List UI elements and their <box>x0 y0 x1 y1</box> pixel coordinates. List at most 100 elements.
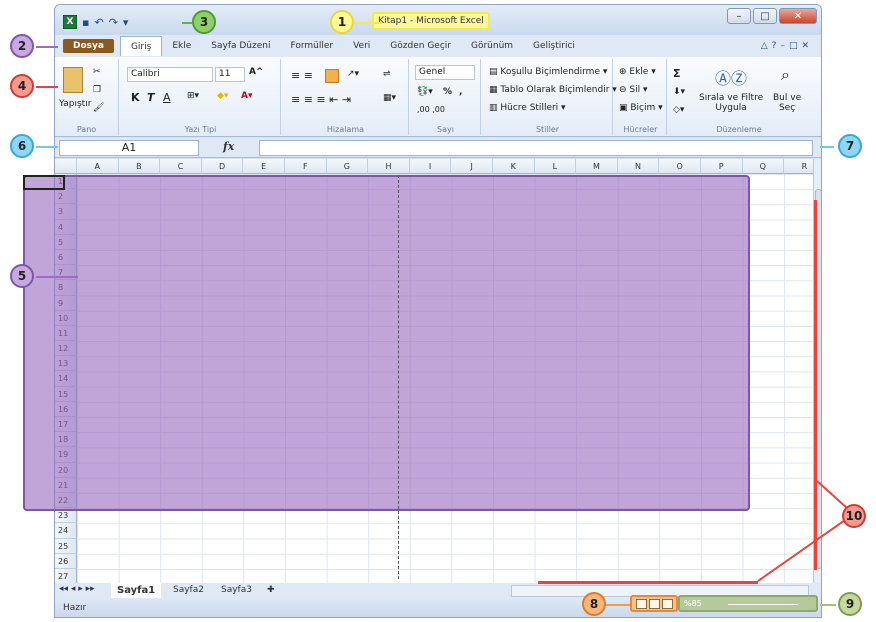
sort-filter-button[interactable]: Sırala ve Filtre Uygula <box>699 93 763 113</box>
sort-filter-icon[interactable]: ⒶⓏ <box>715 65 747 89</box>
find-select-label-2: Seç <box>778 103 796 113</box>
insert-function-icon[interactable]: fx <box>223 140 234 153</box>
autosum-button[interactable]: Σ <box>673 67 681 80</box>
fill-icon[interactable]: ⬇▾ <box>673 87 685 97</box>
bold-button[interactable]: K <box>131 91 140 104</box>
help-icon[interactable]: △?–□✕ <box>761 41 821 51</box>
column-header-i[interactable]: I <box>409 159 452 174</box>
page-break-view-icon[interactable] <box>661 598 673 609</box>
find-select-button[interactable]: Bul ve Seç <box>773 93 801 113</box>
merge-center-icon[interactable]: ▦▾ <box>383 93 396 103</box>
clear-icon[interactable]: ◇▾ <box>673 105 684 115</box>
tab-insert[interactable]: Ekle <box>162 41 201 51</box>
column-header-a[interactable]: A <box>77 159 119 174</box>
column-header-o[interactable]: O <box>659 159 701 174</box>
italic-button[interactable]: T <box>147 91 155 104</box>
font-color-icon[interactable]: A▾ <box>241 91 252 101</box>
new-sheet-icon[interactable]: ✚ <box>261 583 281 598</box>
wrap-text-icon[interactable]: ⇌ <box>383 69 391 79</box>
orientation-icon[interactable]: ↗▾ <box>347 69 359 79</box>
row-header-26[interactable]: 26 <box>55 553 77 569</box>
tab-file[interactable]: Dosya <box>63 39 114 53</box>
row-header-25[interactable]: 25 <box>55 538 77 554</box>
tab-data[interactable]: Veri <box>343 41 380 51</box>
format-as-table-button[interactable]: ▦ Tablo Olarak Biçimlendir ▾ <box>489 85 617 95</box>
column-header-l[interactable]: L <box>534 159 577 174</box>
number-format-select[interactable]: Genel <box>415 65 475 80</box>
align-top-icon[interactable]: ≡ ≡ <box>291 69 313 82</box>
column-header-f[interactable]: F <box>284 159 327 174</box>
group-label-editing: Düzenleme <box>716 125 762 134</box>
sheet-tab-3[interactable]: Sayfa3 <box>215 583 258 598</box>
sheet-nav-arrows[interactable]: ◂◂ ◂ ▸ ▸▸ <box>59 584 95 594</box>
select-all-corner[interactable] <box>55 159 77 174</box>
percent-button[interactable]: % <box>443 87 452 97</box>
normal-view-icon[interactable] <box>635 598 647 609</box>
group-clipboard: Yapıştır ✂ ❐ 🖌 Pano <box>55 59 119 135</box>
save-icon[interactable]: ▪ <box>82 16 89 29</box>
sheet-tab-2[interactable]: Sayfa2 <box>167 583 210 598</box>
column-header-b[interactable]: B <box>118 159 161 174</box>
font-size-select[interactable]: 11 <box>215 67 245 82</box>
undo-icon[interactable]: ↶ <box>94 16 103 29</box>
minimize-button[interactable]: – <box>727 8 751 24</box>
active-cell[interactable] <box>23 175 65 190</box>
format-cells-button[interactable]: ▣ Biçim ▾ <box>619 103 663 113</box>
maximize-button[interactable]: □ <box>753 8 777 24</box>
tab-developer[interactable]: Geliştirici <box>523 41 585 51</box>
copy-icon[interactable]: ❐ <box>93 85 101 95</box>
fill-color-icon[interactable]: ◆▾ <box>217 91 228 101</box>
close-button[interactable]: ✕ <box>779 8 817 24</box>
conditional-formatting-button[interactable]: ▤ Koşullu Biçimlendirme ▾ <box>489 67 607 77</box>
column-header-h[interactable]: H <box>368 159 410 174</box>
delete-cells-label: Sil <box>629 85 641 95</box>
callout-6-line <box>36 146 58 148</box>
excel-logo-icon[interactable]: X <box>63 15 77 29</box>
column-header-p[interactable]: P <box>700 159 743 174</box>
paste-button[interactable]: Yapıştır <box>59 99 91 109</box>
tab-formulas[interactable]: Formüller <box>280 41 343 51</box>
decimal-icon[interactable]: ,00 ,00 <box>417 105 445 114</box>
row-header-27[interactable]: 27 <box>55 568 77 585</box>
window-controls: – □ ✕ <box>727 8 817 24</box>
align-left-icon[interactable]: ≡ ≡ ≡ ⇤ ⇥ <box>291 93 351 106</box>
column-header-d[interactable]: D <box>201 159 244 174</box>
comma-button[interactable]: , <box>459 87 462 97</box>
redo-icon[interactable]: ↷ <box>109 16 118 29</box>
callout-3: 3 <box>192 10 216 34</box>
column-header-j[interactable]: J <box>451 159 493 174</box>
column-header-q[interactable]: Q <box>742 159 785 174</box>
find-select-icon[interactable]: ⌕ <box>781 65 790 85</box>
format-painter-icon[interactable]: 🖌 <box>93 103 104 113</box>
page-layout-view-icon[interactable] <box>648 598 660 609</box>
column-header-m[interactable]: M <box>576 159 618 174</box>
borders-icon[interactable]: ⊞▾ <box>187 91 199 101</box>
cut-icon[interactable]: ✂ <box>93 67 101 77</box>
zoom-slider[interactable] <box>728 604 798 605</box>
insert-cells-button[interactable]: ⊕ Ekle ▾ <box>619 67 656 77</box>
column-header-n[interactable]: N <box>617 159 660 174</box>
tab-page-layout[interactable]: Sayfa Düzeni <box>201 41 280 51</box>
underline-button[interactable]: A <box>163 91 171 104</box>
column-header-k[interactable]: K <box>492 159 535 174</box>
callout-5: 5 <box>10 264 34 288</box>
cell-styles-button[interactable]: ▥ Hücre Stilleri ▾ <box>489 103 566 113</box>
grow-font-icon[interactable]: A^ <box>249 67 264 77</box>
customize-toolbar-icon[interactable]: ▾ <box>123 16 129 29</box>
vertical-scrollbar-highlight <box>814 200 817 570</box>
tab-home[interactable]: Giriş <box>119 36 163 56</box>
delete-cells-button[interactable]: ⊖ Sil ▾ <box>619 85 648 95</box>
column-header-e[interactable]: E <box>243 159 285 174</box>
column-header-c[interactable]: C <box>160 159 202 174</box>
name-box[interactable]: A1 <box>59 140 199 156</box>
sheet-tab-1[interactable]: Sayfa1 <box>111 583 162 598</box>
align-middle-icon[interactable] <box>325 69 339 83</box>
currency-icon[interactable]: 💱▾ <box>417 87 433 97</box>
row-header-24[interactable]: 24 <box>55 523 77 539</box>
font-name-select[interactable]: Calibri <box>127 67 213 82</box>
tab-review[interactable]: Gözden Geçir <box>380 41 461 51</box>
paste-icon[interactable] <box>63 67 83 93</box>
column-header-g[interactable]: G <box>326 159 369 174</box>
formula-bar[interactable] <box>259 140 813 156</box>
tab-view[interactable]: Görünüm <box>461 41 523 51</box>
